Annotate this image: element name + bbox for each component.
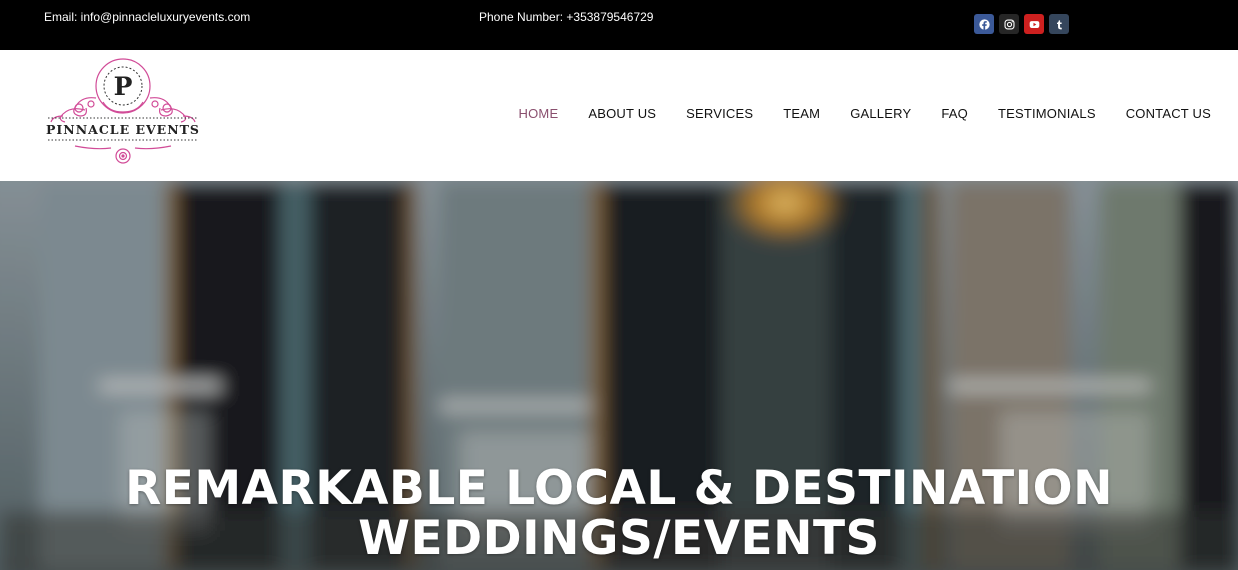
- logo-text: PINNACLE EVENTS: [46, 122, 200, 137]
- nav-contact-us[interactable]: CONTACT US: [1126, 106, 1211, 121]
- contact-email[interactable]: Email: info@pinnacleluxuryevents.com: [44, 10, 250, 24]
- logo-letter: P: [114, 72, 133, 101]
- social-links: [974, 14, 1069, 34]
- nav-home[interactable]: HOME: [519, 106, 559, 121]
- nav-about-us[interactable]: ABOUT US: [588, 106, 656, 121]
- nav-team[interactable]: TEAM: [783, 106, 820, 121]
- hero-banner: REMARKABLE LOCAL & DESTINATION WEDDINGS/…: [0, 181, 1238, 570]
- site-logo[interactable]: P PINNACLE EVENTS: [45, 58, 201, 166]
- nav-faq[interactable]: FAQ: [941, 106, 968, 121]
- site-header: P PINNACLE EVENTS HOME ABOUT US SERVICES…: [0, 50, 1238, 181]
- facebook-icon: [978, 18, 990, 30]
- contact-phone[interactable]: Phone Number: +353879546729: [479, 10, 653, 24]
- hero-title-line-2: WEDDINGS/EVENTS: [358, 511, 880, 566]
- nav-gallery[interactable]: GALLERY: [850, 106, 911, 121]
- nav-testimonials[interactable]: TESTIMONIALS: [998, 106, 1096, 121]
- tumblr-link[interactable]: [1049, 14, 1069, 34]
- tumblr-icon: [1056, 19, 1062, 29]
- pinnacle-events-logo: P PINNACLE EVENTS: [46, 58, 200, 164]
- instagram-link[interactable]: [999, 14, 1019, 34]
- nav-services[interactable]: SERVICES: [686, 106, 753, 121]
- youtube-link[interactable]: [1024, 14, 1044, 34]
- instagram-icon: [1003, 18, 1015, 30]
- main-nav: HOME ABOUT US SERVICES TEAM GALLERY FAQ …: [519, 106, 1211, 121]
- hero-title: REMARKABLE LOCAL & DESTINATION WEDDINGS/…: [0, 464, 1238, 564]
- top-bar: Email: info@pinnacleluxuryevents.com Pho…: [0, 0, 1238, 50]
- youtube-icon: [1029, 20, 1039, 28]
- hero-title-line-1: REMARKABLE LOCAL & DESTINATION: [125, 461, 1113, 516]
- facebook-link[interactable]: [974, 14, 994, 34]
